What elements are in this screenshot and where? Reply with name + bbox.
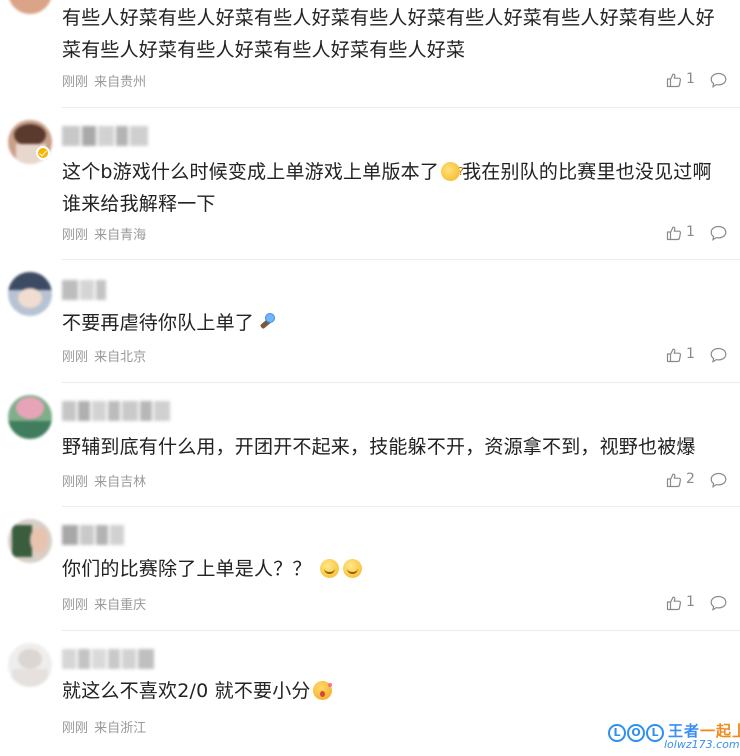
comment-location: 来自北京 bbox=[94, 350, 147, 365]
username[interactable] bbox=[62, 401, 170, 421]
site-watermark-logo: L O L 王者一起上 lolwz173.com bbox=[606, 720, 740, 756]
username[interactable] bbox=[62, 525, 124, 545]
comment-text: 这个b游戏什么时候变成上单游戏上单版本了我在别队的比赛里也没见过啊谁来给我解释一… bbox=[62, 156, 722, 220]
thumbs-up-icon bbox=[666, 73, 682, 88]
thumbs-up-icon bbox=[666, 596, 682, 611]
logo-letter: L bbox=[646, 724, 664, 742]
reply-icon[interactable] bbox=[710, 225, 727, 241]
logo-url: lolwz173.com bbox=[664, 738, 740, 751]
verified-badge-icon bbox=[36, 146, 50, 160]
comment-time: 刚刚 bbox=[62, 475, 89, 490]
like-count: 1 bbox=[686, 71, 695, 87]
comment-meta: 刚刚 来自青海 bbox=[62, 224, 148, 243]
comment-time: 刚刚 bbox=[62, 721, 89, 736]
like-count: 1 bbox=[686, 224, 695, 240]
comment-location: 来自重庆 bbox=[94, 598, 147, 613]
thumbs-up-icon bbox=[666, 348, 682, 363]
comment-text: 你们的比赛除了上单是人？？ bbox=[62, 553, 722, 585]
comment-meta: 刚刚 来自浙江 bbox=[62, 717, 148, 736]
reply-icon[interactable] bbox=[710, 595, 727, 611]
comment-item: 不要再虐待你队上单了 刚刚 来自北京 1 bbox=[0, 260, 740, 383]
avatar[interactable] bbox=[8, 643, 52, 687]
comment-text-part: 就这么不喜欢2/0 就不要小分 bbox=[62, 680, 311, 702]
comment-item: 有些人好菜有些人好菜有些人好菜有些人好菜有些人好菜有些人好菜有些人好菜有些人好菜… bbox=[0, 0, 740, 108]
comment-text: 不要再虐待你队上单了 bbox=[62, 307, 722, 339]
like-button[interactable]: 1 bbox=[666, 346, 702, 363]
comment-text: 就这么不喜欢2/0 就不要小分 bbox=[62, 675, 722, 707]
like-count: 2 bbox=[686, 471, 695, 487]
torch-icon bbox=[256, 313, 275, 332]
avatar[interactable] bbox=[8, 519, 52, 563]
reply-icon[interactable] bbox=[710, 72, 727, 88]
comment-item: 你们的比赛除了上单是人？？ 刚刚 来自重庆 1 bbox=[0, 507, 740, 631]
avatar[interactable] bbox=[8, 272, 52, 316]
like-count: 1 bbox=[686, 594, 695, 610]
logo-letter: L bbox=[608, 724, 626, 742]
smile-emoji-icon bbox=[342, 559, 362, 578]
comment-location: 来自浙江 bbox=[94, 721, 147, 736]
surprised-blush-icon bbox=[312, 681, 332, 700]
comment-text-part: 这个b游戏什么时候变成上单游戏上单版本了 bbox=[62, 161, 440, 183]
username[interactable] bbox=[62, 649, 154, 669]
comment-text-part: 不要再虐待你队上单了 bbox=[62, 312, 255, 334]
comment-text: 野辅到底有什么用，开团开不起来，技能躲不开，资源拿不到，视野也被爆 bbox=[62, 436, 696, 458]
avatar[interactable] bbox=[8, 0, 52, 14]
thumbs-up-icon bbox=[666, 473, 682, 488]
thumbs-up-icon bbox=[666, 226, 682, 241]
like-count: 1 bbox=[686, 346, 695, 362]
thinking-face-icon bbox=[441, 156, 464, 188]
comment-text-part: 你们的比赛除了上单是人？？ bbox=[62, 558, 312, 580]
comment-meta: 刚刚 来自重庆 bbox=[62, 594, 148, 613]
comment-location: 来自贵州 bbox=[94, 75, 147, 90]
comment-item: 这个b游戏什么时候变成上单游戏上单版本了我在别队的比赛里也没见过啊谁来给我解释一… bbox=[0, 108, 740, 260]
comment-time: 刚刚 bbox=[62, 598, 89, 613]
like-button[interactable]: 2 bbox=[666, 471, 702, 488]
smile-emoji-icon bbox=[319, 559, 339, 578]
comment-time: 刚刚 bbox=[62, 75, 89, 90]
comment-meta: 刚刚 来自北京 bbox=[62, 346, 148, 365]
username[interactable] bbox=[62, 280, 106, 300]
logo-letter: O bbox=[627, 724, 645, 742]
avatar[interactable] bbox=[8, 395, 52, 439]
comment-meta: 刚刚 来自吉林 bbox=[62, 471, 148, 490]
like-button[interactable]: 1 bbox=[666, 594, 702, 611]
comment-time: 刚刚 bbox=[62, 350, 89, 365]
comment-location: 来自青海 bbox=[94, 228, 147, 243]
reply-icon[interactable] bbox=[710, 472, 727, 488]
reply-icon[interactable] bbox=[710, 347, 727, 363]
like-button[interactable]: 1 bbox=[666, 224, 702, 241]
comment-time: 刚刚 bbox=[62, 228, 89, 243]
comment-text: 有些人好菜有些人好菜有些人好菜有些人好菜有些人好菜有些人好菜有些人好菜有些人好菜… bbox=[62, 7, 715, 61]
comment-location: 来自吉林 bbox=[94, 475, 147, 490]
comment-meta: 刚刚 来自贵州 bbox=[62, 71, 148, 90]
comment-item: 野辅到底有什么用，开团开不起来，技能躲不开，资源拿不到，视野也被爆 刚刚 来自吉… bbox=[0, 383, 740, 507]
like-button[interactable]: 1 bbox=[666, 71, 702, 88]
username[interactable] bbox=[62, 126, 148, 146]
